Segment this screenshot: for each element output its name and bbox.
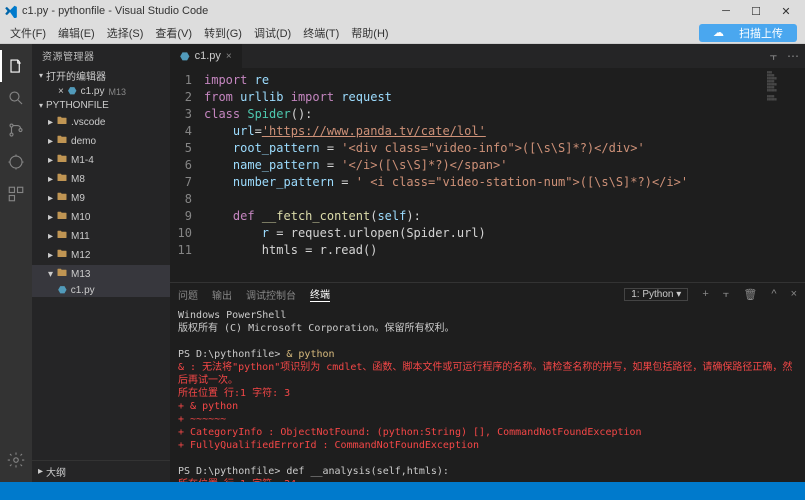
folder-m8[interactable]: ▸🖿M8 <box>32 170 170 189</box>
more-icon[interactable]: ⋯ <box>787 49 799 63</box>
folder-m11[interactable]: ▸🖿M11 <box>32 227 170 246</box>
new-terminal-icon[interactable]: + <box>702 288 708 300</box>
folder-icon: 🖿 <box>57 209 67 226</box>
tab-bar: ⬣c1.py× ⫟ ⋯ <box>170 44 805 68</box>
python-icon: ⬣ <box>180 50 190 63</box>
source-control-icon[interactable] <box>0 114 32 146</box>
folder-icon: 🖿 <box>57 228 67 245</box>
chevron-down-icon: ▾ <box>48 269 53 280</box>
menu-terminal[interactable]: 终端(T) <box>297 25 345 41</box>
editor-actions: ⫟ ⋯ <box>764 44 805 68</box>
chevron-down-icon: ▾ <box>36 71 46 80</box>
folder-icon: 🖿 <box>57 152 67 169</box>
close-icon[interactable]: × <box>58 86 64 97</box>
activity-bar <box>0 44 32 482</box>
terminal-panel: 问题 输出 调试控制台 终端 1: Python ▾ + ⫟ 🗑 ^ × Win… <box>170 282 805 482</box>
menu-selection[interactable]: 选择(S) <box>101 25 150 41</box>
terminal-selector[interactable]: 1: Python ▾ <box>624 288 688 301</box>
terminal-output[interactable]: Windows PowerShell 版权所有 (C) Microsoft Co… <box>170 305 805 482</box>
file-c1py[interactable]: ⬣c1.py <box>32 284 170 297</box>
chevron-down-icon: ▾ <box>36 101 46 110</box>
python-icon: ⬣ <box>58 285 67 296</box>
open-editors-section[interactable]: ▾打开的编辑器 <box>32 66 170 85</box>
panel-tabs: 问题 输出 调试控制台 终端 1: Python ▾ + ⫟ 🗑 ^ × <box>170 283 805 305</box>
chevron-right-icon: ▸ <box>48 136 53 147</box>
menu-file[interactable]: 文件(F) <box>4 25 52 41</box>
chevron-right-icon: ▸ <box>38 466 43 477</box>
folder-m9[interactable]: ▸🖿M9 <box>32 189 170 208</box>
menu-go[interactable]: 转到(G) <box>198 25 248 41</box>
workspace-section[interactable]: ▾PYTHONFILE <box>32 98 170 113</box>
cloud-icon: ☁ <box>707 26 730 39</box>
code-content[interactable]: import refrom urllib import requestclass… <box>200 68 765 282</box>
folder-icon: 🖿 <box>57 171 67 188</box>
folder-demo[interactable]: ▸🖿demo <box>32 132 170 151</box>
tab-problems[interactable]: 问题 <box>178 287 198 302</box>
folder-icon: 🖿 <box>57 114 67 131</box>
sidebar-title: 资源管理器 <box>32 44 170 66</box>
folder-m10[interactable]: ▸🖿M10 <box>32 208 170 227</box>
minimap[interactable]: ████████████████████████████████████████… <box>765 68 805 282</box>
chevron-right-icon: ▸ <box>48 231 53 242</box>
folder-m12[interactable]: ▸🖿M12 <box>32 246 170 265</box>
debug-icon[interactable] <box>0 146 32 178</box>
tab-c1py[interactable]: ⬣c1.py× <box>170 44 243 68</box>
menu-view[interactable]: 查看(V) <box>149 25 198 41</box>
settings-icon[interactable] <box>0 444 32 476</box>
chevron-right-icon: ▸ <box>48 250 53 261</box>
titlebar: c1.py - pythonfile - Visual Studio Code … <box>0 0 805 22</box>
code-editor[interactable]: 1234567891011 import refrom urllib impor… <box>170 68 805 282</box>
search-icon[interactable] <box>0 82 32 114</box>
chevron-right-icon: ▸ <box>48 155 53 166</box>
minimize-button[interactable]: ─ <box>711 5 741 17</box>
explorer-icon[interactable] <box>0 50 32 82</box>
maximize-panel-icon[interactable]: ^ <box>771 288 776 300</box>
editor-area: ⬣c1.py× ⫟ ⋯ 1234567891011 import refrom … <box>170 44 805 482</box>
chevron-right-icon: ▸ <box>48 174 53 185</box>
close-button[interactable]: ✕ <box>771 5 801 18</box>
status-bar[interactable] <box>0 482 805 500</box>
chevron-right-icon: ▸ <box>48 212 53 223</box>
python-icon: ⬣ <box>68 86 77 97</box>
line-gutter: 1234567891011 <box>170 68 200 282</box>
tab-terminal[interactable]: 终端 <box>310 286 330 302</box>
menubar: 文件(F) 编辑(E) 选择(S) 查看(V) 转到(G) 调试(D) 终端(T… <box>0 22 805 44</box>
folder-icon: 🖿 <box>57 133 67 150</box>
folder-icon: 🖿 <box>57 247 67 264</box>
close-icon[interactable]: × <box>226 51 232 62</box>
tab-debug-console[interactable]: 调试控制台 <box>246 287 296 302</box>
folder-vscode[interactable]: ▸🖿.vscode <box>32 113 170 132</box>
folder-m1-4[interactable]: ▸🖿M1-4 <box>32 151 170 170</box>
folder-icon: 🖿 <box>57 190 67 207</box>
split-icon[interactable]: ⫟ <box>770 49 777 64</box>
extensions-icon[interactable] <box>0 178 32 210</box>
kill-terminal-icon[interactable]: 🗑 <box>743 288 757 301</box>
split-terminal-icon[interactable]: ⫟ <box>723 288 730 301</box>
tab-output[interactable]: 输出 <box>212 287 232 302</box>
close-panel-icon[interactable]: × <box>791 288 797 300</box>
folder-icon: 🖿 <box>57 266 67 283</box>
menu-debug[interactable]: 调试(D) <box>248 25 297 41</box>
outline-section[interactable]: ▸大纲 <box>32 460 170 482</box>
menu-edit[interactable]: 编辑(E) <box>52 25 101 41</box>
folder-m13[interactable]: ▾🖿M13 <box>32 265 170 284</box>
chevron-right-icon: ▸ <box>48 193 53 204</box>
upload-button[interactable]: ☁扫描上传 <box>699 24 797 42</box>
vscode-icon <box>4 4 18 18</box>
menu-help[interactable]: 帮助(H) <box>345 25 394 41</box>
sidebar: 资源管理器 ▾打开的编辑器 ×⬣c1.pyM13 ▾PYTHONFILE ▸🖿.… <box>32 44 170 482</box>
open-editor-item[interactable]: ×⬣c1.pyM13 <box>32 85 170 98</box>
maximize-button[interactable]: ☐ <box>741 5 771 18</box>
window-title: c1.py - pythonfile - Visual Studio Code <box>22 5 711 17</box>
chevron-right-icon: ▸ <box>48 117 53 128</box>
